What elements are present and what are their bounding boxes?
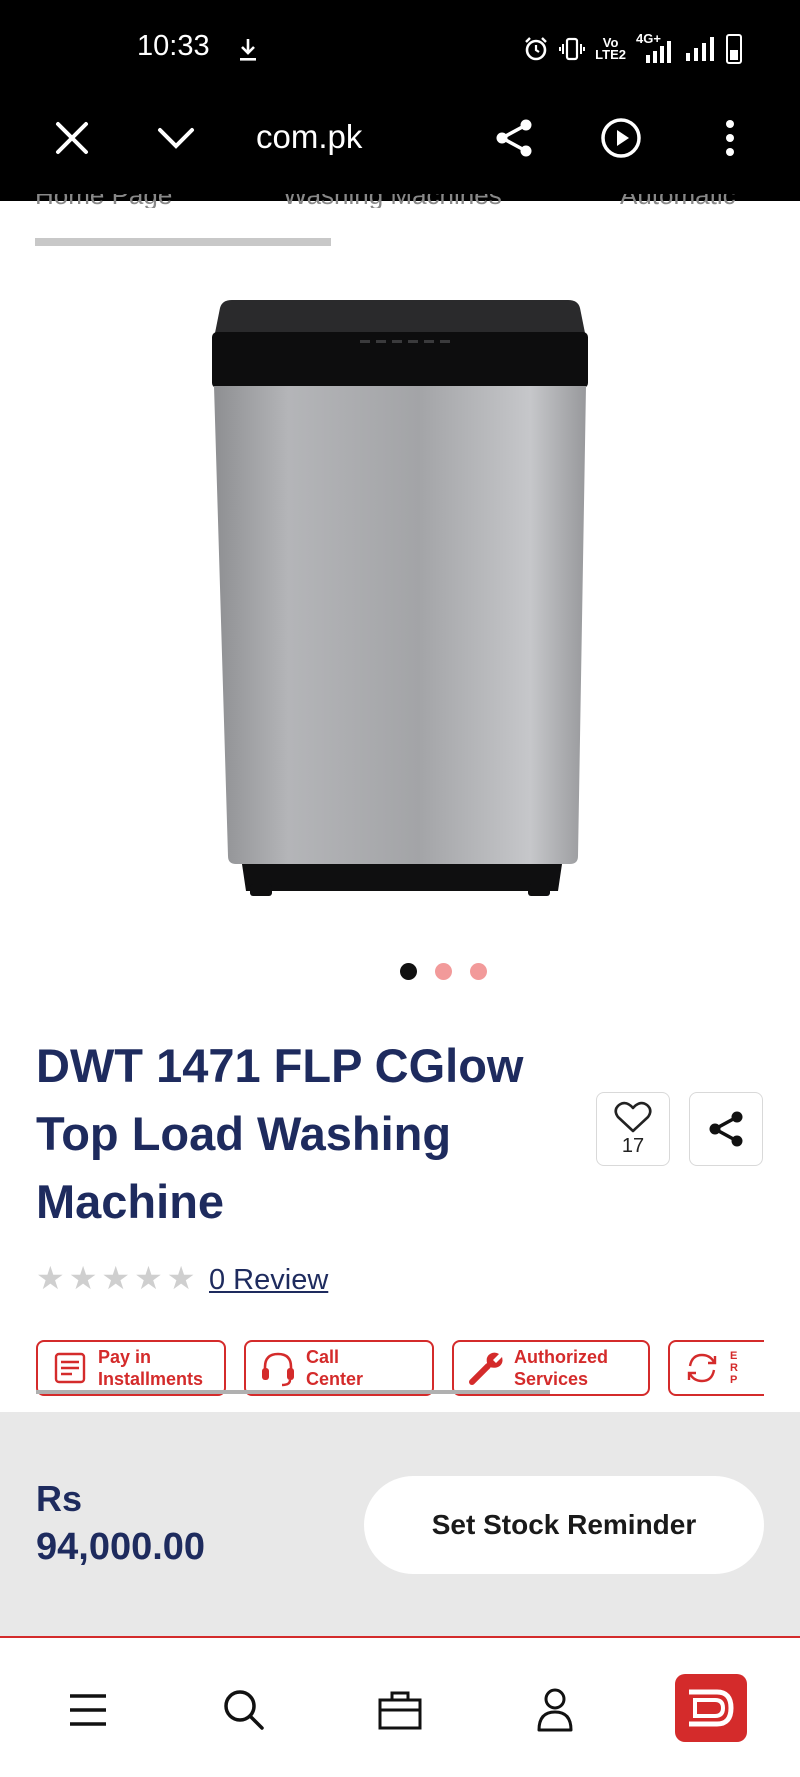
feature-label: Pay in Installments — [98, 1347, 204, 1389]
product-title: DWT 1471 FLP CGlow Top Load Washing Mach… — [36, 1039, 524, 1228]
refresh-icon — [687, 1353, 717, 1383]
feature-label: Authorized Services — [514, 1347, 608, 1389]
star-icon: ★ — [36, 1260, 65, 1296]
signal-4g-icon: 4G+ — [636, 31, 676, 63]
tab-washing-machines[interactable]: Washing Machines — [283, 194, 502, 208]
product-image[interactable] — [210, 296, 590, 896]
browser-top-bar: 10:33 Vo LTE2 4G+ com.pk — [0, 0, 800, 201]
review-link[interactable]: 0 Review — [209, 1264, 328, 1297]
tab-active-indicator — [35, 238, 331, 246]
battery-icon — [726, 34, 742, 64]
tab-automatic[interactable]: Automatic — [620, 194, 736, 208]
feature-installments[interactable]: Pay in Installments — [36, 1340, 226, 1396]
status-time: 10:33 — [137, 30, 210, 62]
installments-icon — [54, 1352, 86, 1384]
play-icon[interactable] — [601, 118, 641, 158]
favorite-button[interactable]: 17 — [596, 1092, 670, 1166]
logo-icon — [689, 1689, 734, 1727]
user-icon[interactable] — [533, 1688, 577, 1732]
share-icon[interactable] — [494, 118, 534, 158]
feature-return[interactable]: E R P — [668, 1340, 764, 1396]
heart-icon — [614, 1101, 652, 1132]
price-value: 94,000.00 — [36, 1526, 206, 1568]
star-icon: ★ — [101, 1260, 131, 1296]
download-icon — [240, 39, 256, 61]
carousel-dot[interactable] — [470, 963, 487, 980]
breadcrumb-tabs: Home Page Washing Machines Automatic — [35, 194, 765, 208]
carousel-dot[interactable] — [400, 963, 417, 980]
product-share-button[interactable] — [689, 1092, 763, 1166]
star-icon: ★ — [68, 1260, 98, 1296]
headset-icon — [262, 1352, 294, 1387]
signal-icon — [686, 37, 714, 61]
feature-authorized-services[interactable]: Authorized Services — [452, 1340, 650, 1396]
more-vert-icon[interactable] — [710, 118, 750, 158]
feature-scroll-indicator — [36, 1390, 550, 1394]
brand-logo[interactable] — [675, 1674, 747, 1742]
search-icon[interactable] — [222, 1688, 266, 1732]
feature-call-center[interactable]: Call Center — [244, 1340, 434, 1396]
set-stock-reminder-button[interactable]: Set Stock Reminder — [364, 1476, 764, 1574]
vibrate-icon — [559, 37, 586, 61]
alarm-icon — [525, 37, 548, 61]
status-icons: Vo LTE2 4G+ — [523, 31, 742, 64]
carousel-dot[interactable] — [435, 963, 452, 980]
url-text[interactable]: com.pk — [256, 118, 362, 156]
feature-label: Call Center — [306, 1347, 364, 1389]
carousel-dots — [400, 963, 487, 980]
menu-icon[interactable] — [66, 1688, 110, 1732]
wrench-icon — [469, 1352, 503, 1385]
rating-stars: ★ ★ ★ ★ ★ — [36, 1262, 195, 1294]
price-currency: Rs — [36, 1478, 83, 1519]
briefcase-icon[interactable] — [378, 1688, 422, 1732]
tab-home[interactable]: Home Page — [35, 194, 172, 208]
close-icon[interactable] — [52, 118, 92, 158]
star-icon: ★ — [166, 1260, 196, 1296]
star-icon: ★ — [134, 1260, 163, 1296]
share-icon — [709, 1111, 743, 1147]
feature-label: E R P — [730, 1350, 738, 1386]
favorite-count: 17 — [621, 1134, 645, 1157]
volte-indicator: Vo LTE2 — [595, 35, 626, 62]
chevron-down-icon[interactable] — [156, 118, 196, 158]
